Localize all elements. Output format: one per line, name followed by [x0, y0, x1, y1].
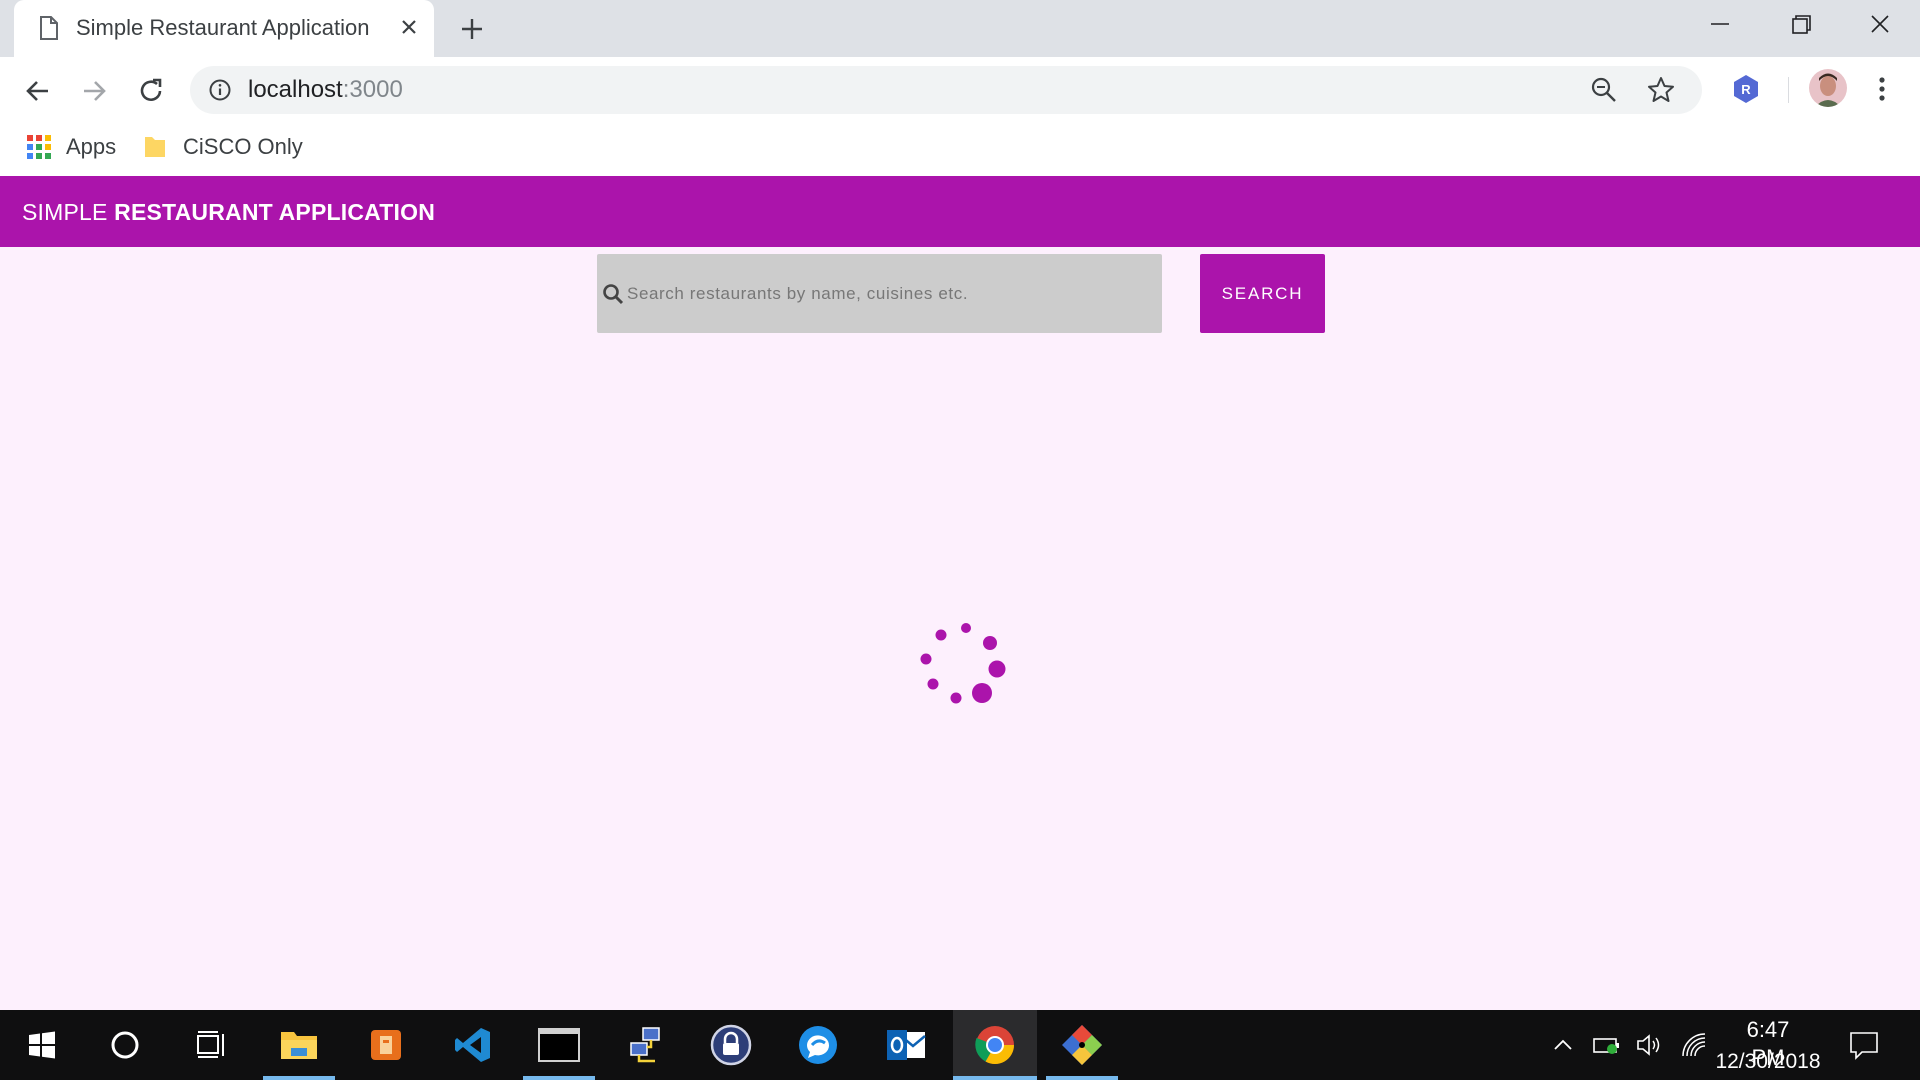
battery-icon[interactable] — [1592, 1034, 1622, 1056]
cortana-circle-icon — [111, 1031, 139, 1059]
taskbar-chrome[interactable] — [953, 1010, 1037, 1080]
search-icon — [603, 284, 624, 305]
file-explorer-icon — [281, 1032, 317, 1059]
zoom-out-icon[interactable] — [1590, 76, 1618, 104]
office-icon — [371, 1030, 401, 1060]
restore-icon[interactable] — [1780, 8, 1820, 42]
app-title: SIMPLE RESTAURANT APPLICATION — [22, 197, 435, 227]
address-bar[interactable]: localhost:3000 — [190, 66, 1702, 114]
lock-icon — [710, 1024, 752, 1066]
close-window-icon[interactable] — [1860, 8, 1900, 42]
start-button[interactable] — [6, 1010, 78, 1080]
minimize-icon[interactable] — [1700, 8, 1740, 42]
taskbar-outlook[interactable] — [870, 1010, 942, 1080]
close-tab-icon[interactable] — [394, 12, 424, 42]
clock-date[interactable]: 12/30/2018 — [1712, 1048, 1824, 1076]
windows-logo-icon — [29, 1031, 55, 1059]
search-button[interactable]: SEARCH — [1200, 254, 1325, 333]
taskbar-terminal[interactable] — [523, 1010, 595, 1080]
terminal-icon — [538, 1028, 580, 1062]
chevron-up-icon[interactable] — [1552, 1036, 1574, 1054]
back-arrow-icon[interactable] — [18, 71, 58, 111]
browser-toolbar: localhost:3000 R — [0, 57, 1920, 123]
browser-tab[interactable]: Simple Restaurant Application — [14, 0, 434, 57]
more-menu-icon[interactable] — [1868, 73, 1896, 105]
tab-title: Simple Restaurant Application — [76, 15, 370, 40]
toolbar-divider — [1788, 77, 1789, 103]
taskbar-git[interactable] — [1046, 1010, 1118, 1080]
app-title-light: SIMPLE — [22, 199, 115, 225]
bookmark-apps[interactable]: Apps — [66, 133, 116, 161]
search-input[interactable] — [627, 274, 1147, 314]
running-indicator — [953, 1076, 1037, 1080]
profile-avatar-icon[interactable] — [1809, 69, 1847, 107]
app-header: SIMPLE RESTAURANT APPLICATION — [0, 176, 1920, 247]
taskbar-office[interactable] — [350, 1010, 422, 1080]
network-computers-icon — [630, 1027, 660, 1063]
volume-icon[interactable] — [1635, 1032, 1665, 1058]
wifi-icon[interactable] — [1680, 1032, 1708, 1058]
forward-arrow-icon[interactable] — [74, 71, 114, 111]
info-icon[interactable] — [208, 78, 232, 102]
taskbar-file-explorer[interactable] — [263, 1010, 335, 1080]
taskbar: 6:47 PM 12/30/2018 — [0, 1010, 1920, 1080]
page-icon — [40, 16, 58, 40]
new-tab-icon[interactable] — [455, 12, 489, 46]
reload-icon[interactable] — [131, 71, 171, 111]
bookmark-star-icon[interactable] — [1646, 75, 1676, 105]
extension-badge: R — [1741, 82, 1751, 97]
url-text[interactable]: localhost:3000 — [248, 75, 403, 105]
task-view-button[interactable] — [175, 1010, 247, 1080]
vscode-icon — [455, 1028, 490, 1062]
app-title-bold: RESTAURANT APPLICATION — [114, 199, 436, 225]
cortana-button[interactable] — [89, 1010, 161, 1080]
git-icon — [1062, 1025, 1102, 1065]
loading-spinner — [920, 623, 1006, 704]
running-indicator — [1046, 1076, 1118, 1080]
notifications-icon[interactable] — [1848, 1030, 1880, 1060]
taskbar-vscode[interactable] — [437, 1010, 509, 1080]
chrome-icon — [975, 1026, 1015, 1065]
url-host: localhost — [248, 76, 343, 103]
chat-bubble-icon — [799, 1026, 837, 1064]
running-indicator — [263, 1076, 335, 1080]
taskbar-keepass[interactable] — [695, 1010, 767, 1080]
task-view-icon — [197, 1031, 224, 1058]
running-indicator — [523, 1076, 595, 1080]
bookmark-cisco-only[interactable]: CiSCO Only — [183, 133, 303, 161]
extension-icon[interactable]: R — [1730, 73, 1762, 105]
tab-strip: Simple Restaurant Application — [0, 0, 1920, 57]
folder-icon[interactable] — [143, 134, 167, 160]
apps-grid-icon[interactable] — [27, 135, 51, 159]
taskbar-network-tool[interactable] — [609, 1010, 681, 1080]
taskbar-teams[interactable] — [782, 1010, 854, 1080]
outlook-icon — [887, 1030, 926, 1060]
bookmarks-bar: Apps CiSCO Only — [0, 123, 1920, 176]
search-field[interactable] — [597, 254, 1162, 333]
url-port: :3000 — [342, 76, 403, 103]
